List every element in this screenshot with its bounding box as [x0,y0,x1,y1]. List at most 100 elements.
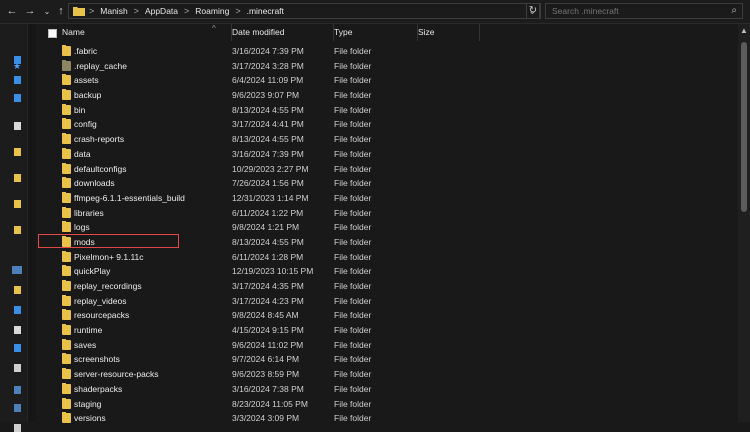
drive-icon[interactable] [14,364,21,372]
file-date-modified: 3/16/2024 7:38 PM [232,383,304,394]
list-item[interactable]: runtime 4/15/2024 9:15 PM File folder [38,323,738,338]
list-item[interactable]: resourcepacks 9/8/2024 8:45 AM File folder [38,308,738,323]
folder-icon [62,382,71,394]
breadcrumb-item[interactable]: Roaming [195,6,229,16]
list-item[interactable]: replay_recordings 3/17/2024 4:35 PM File f… [38,279,738,294]
search-input[interactable] [552,5,702,17]
folder-icon[interactable] [14,174,21,182]
file-date-modified: 3/17/2024 3:28 PM [232,60,304,71]
breadcrumb-separator-icon[interactable]: > [89,6,94,16]
list-item[interactable]: mods 8/13/2024 4:55 PM File folder [38,233,738,250]
column-size-header[interactable]: Size [418,24,480,41]
file-type: File folder [334,295,372,306]
list-item[interactable]: downloads 7/26/2024 1:56 PM File folder [38,176,738,191]
file-type: File folder [334,207,372,218]
breadcrumb-separator-icon[interactable]: > [184,6,189,16]
network-icon[interactable] [14,404,21,412]
file-date-modified: 9/6/2024 11:02 PM [232,339,304,350]
list-item[interactable]: replay_videos 3/17/2024 4:23 PM File folde… [38,294,738,309]
file-date-modified: 8/13/2024 4:55 PM [232,134,304,145]
videos-icon[interactable] [14,344,21,352]
list-item[interactable]: screenshots 9/7/2024 6:14 PM File folder [38,352,738,367]
list-item[interactable]: backup 9/6/2023 9:07 PM File folder [38,88,738,103]
file-name: downloads [74,178,115,189]
list-item[interactable]: config 3/17/2024 4:41 PM File folder [38,117,738,132]
breadcrumb-item[interactable]: .minecraft [247,6,284,16]
list-item[interactable]: defaultconfigs 10/29/2023 2:27 PM File fol… [38,162,738,177]
list-item[interactable]: bin 8/13/2024 4:55 PM File folder [38,103,738,118]
list-item[interactable]: saves 9/6/2024 11:02 PM File folder [38,338,738,353]
pane-divider[interactable] [27,24,36,422]
file-type: File folder [334,60,372,71]
forward-arrow-icon[interactable]: → [23,0,37,23]
folder-icon [62,147,71,159]
chevron-down-icon[interactable]: ⌄ [40,0,54,23]
list-item[interactable]: ffmpeg-6.1.1-essentials_build 12/31/2023 … [38,191,738,206]
list-item[interactable]: Pixelmon+ 9.1.11c 6/11/2024 1:28 PM File f… [38,250,738,265]
vertical-scrollbar[interactable]: ▲ [738,24,750,422]
column-name-header[interactable]: Name ^ [62,24,232,41]
column-date-label: Date modified [232,27,285,37]
folder-icon [62,74,71,86]
list-item[interactable]: versions 3/3/2024 3:09 PM File folder [38,411,738,426]
list-item[interactable]: .fabric 3/16/2024 7:39 PM File folder [38,44,738,59]
folder-icon [62,309,71,321]
breadcrumb-item[interactable]: Manish [100,6,127,16]
drive-icon[interactable] [14,424,21,432]
breadcrumb-separator-icon[interactable]: > [235,6,240,16]
address-bar[interactable]: > Manish > AppData > Roaming > .minecraft ⌄ [68,3,541,19]
music-icon[interactable] [14,326,21,334]
folder-icon [62,118,71,130]
folder-icon[interactable] [14,148,21,156]
scroll-up-icon[interactable]: ▲ [740,26,748,35]
column-date-header[interactable]: Date modified [232,24,334,41]
scrollbar-thumb[interactable] [741,42,747,212]
desktop-icon[interactable] [14,76,21,84]
network-icon[interactable] [14,386,21,394]
folder-icon[interactable] [14,286,21,294]
file-type: File folder [334,354,372,365]
downloads-icon[interactable] [14,94,21,102]
documents-icon[interactable] [14,122,21,130]
list-item[interactable]: data 3/16/2024 7:39 PM File folder [38,147,738,162]
column-type-header[interactable]: Type [334,24,418,41]
list-item[interactable]: .replay_cache 3/17/2024 3:28 PM File folde… [38,59,738,74]
select-all-checkbox[interactable] [48,29,57,38]
file-name: logs [74,222,90,233]
list-item[interactable]: quickPlay 12/19/2023 10:15 PM File folder [38,264,738,279]
file-name: Pixelmon+ 9.1.11c [74,251,144,262]
file-type: File folder [334,192,372,203]
search-box[interactable]: ⌕ [545,3,743,19]
folder-icon[interactable] [14,200,21,208]
refresh-icon[interactable]: ↻ [526,3,540,19]
file-type: File folder [334,339,372,350]
file-date-modified: 10/29/2023 2:27 PM [232,163,309,174]
folder-icon[interactable] [14,226,21,234]
list-item[interactable]: libraries 6/11/2024 1:22 PM File folder [38,206,738,221]
file-type: File folder [334,236,372,247]
pictures-icon[interactable] [14,306,21,314]
file-date-modified: 8/13/2024 4:55 PM [232,104,304,115]
quick-access-icon[interactable] [14,56,21,64]
breadcrumb-item[interactable]: AppData [145,6,178,16]
file-date-modified: 8/23/2024 11:05 PM [232,398,308,409]
breadcrumb-separator-icon[interactable]: > [134,6,139,16]
column-header-row: Name ^ Date modified Type Size [38,24,738,41]
file-date-modified: 7/26/2024 1:56 PM [232,178,304,189]
file-name: versions [74,413,106,424]
file-name: screenshots [74,354,120,365]
file-list: .fabric 3/16/2024 7:39 PM File folder .repl… [38,44,738,426]
folder-icon [73,7,85,16]
search-icon[interactable]: ⌕ [731,5,737,16]
list-item[interactable]: assets 6/4/2024 11:09 PM File folder [38,73,738,88]
list-item[interactable]: server-resource-packs 9/6/2023 8:59 PM Fil… [38,367,738,382]
up-arrow-icon[interactable]: ↑ [54,0,68,23]
list-item[interactable]: staging 8/23/2024 11:05 PM File folder [38,397,738,412]
list-item[interactable]: logs 9/8/2024 1:21 PM File folder [38,220,738,235]
file-date-modified: 12/31/2023 1:14 PM [232,192,309,203]
list-item[interactable]: shaderpacks 3/16/2024 7:38 PM File folder [38,382,738,397]
file-type: File folder [334,46,372,56]
this-pc-icon[interactable] [12,266,22,274]
back-arrow-icon[interactable]: ← [5,0,19,23]
list-item[interactable]: crash-reports 8/13/2024 4:55 PM File folde… [38,132,738,147]
